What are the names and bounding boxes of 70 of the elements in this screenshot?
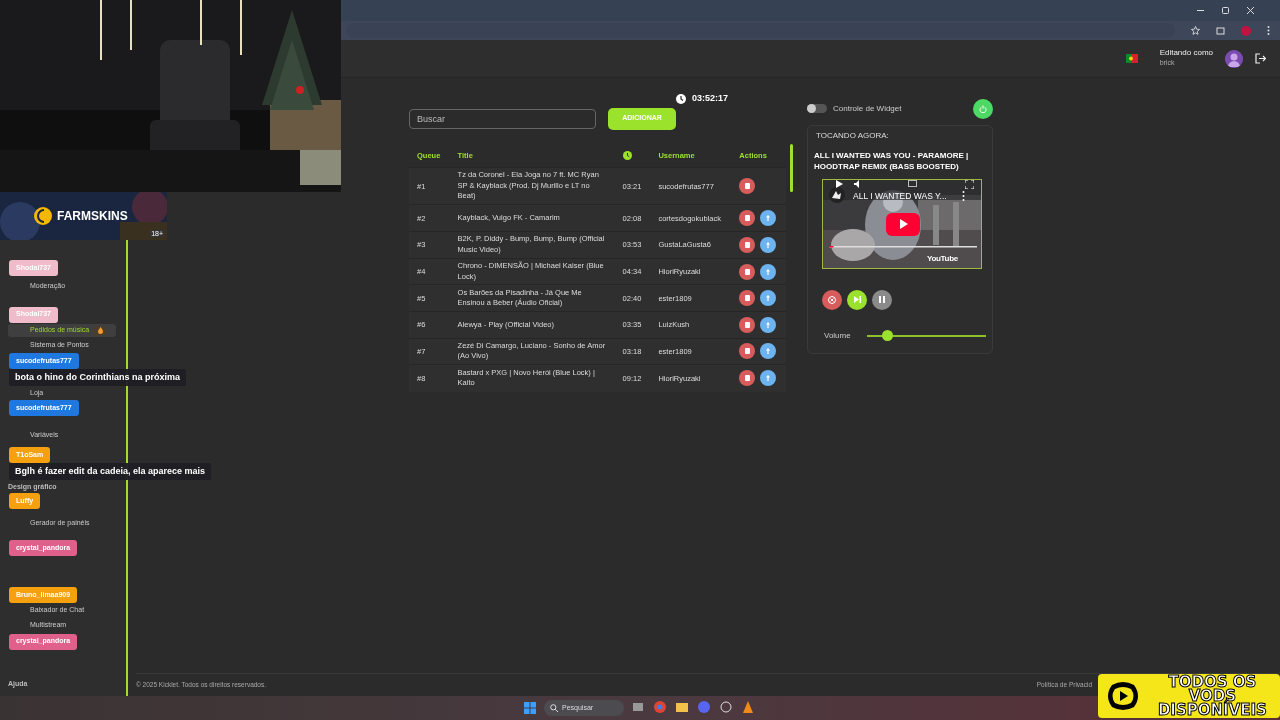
volume-label: Volume xyxy=(824,329,851,342)
now-playing-heading: TOCANDO AGORA: xyxy=(816,129,890,142)
widget-label: Controle de Widget xyxy=(833,102,902,115)
progress-bar[interactable] xyxy=(829,245,977,248)
delete-button[interactable] xyxy=(739,316,756,333)
arrow-up-icon xyxy=(766,375,771,382)
song-title: ALL I WANTED WAS YOU - PARAMORE | HOODTRAP REMIX (BASS BOOSTED) xyxy=(814,149,970,173)
play-icon[interactable] xyxy=(836,179,843,188)
arrow-up-icon xyxy=(766,268,771,275)
widget-toggle[interactable] xyxy=(807,104,827,113)
volume-icon[interactable] xyxy=(854,179,862,188)
move-up-button[interactable] xyxy=(760,316,777,333)
arrow-up-icon xyxy=(766,348,771,355)
delete-button[interactable] xyxy=(739,236,756,253)
move-up-button[interactable] xyxy=(760,343,777,360)
arrow-up-icon xyxy=(766,295,771,302)
pause-button[interactable] xyxy=(872,289,892,310)
volume-thumb[interactable] xyxy=(881,329,893,341)
close-icon[interactable] xyxy=(1247,7,1254,14)
pause-icon xyxy=(879,296,885,304)
menu-icon[interactable] xyxy=(1267,26,1270,35)
more-icon[interactable] xyxy=(962,190,965,201)
clock-icon xyxy=(622,151,632,161)
cone-icon[interactable] xyxy=(742,701,756,715)
promo-brand: FARMSKINS xyxy=(57,208,128,225)
play-button[interactable] xyxy=(886,212,920,236)
channel-avatar-icon[interactable] xyxy=(829,186,845,203)
video-brand: YouTube xyxy=(927,252,958,265)
move-up-button[interactable] xyxy=(760,290,777,307)
clock-time: 03:52:17 xyxy=(692,92,729,105)
delete-button[interactable] xyxy=(739,210,756,227)
chat-message: bota o hino do Corinthians na próxima xyxy=(9,369,186,387)
minimize-icon[interactable] xyxy=(1197,9,1204,12)
delete-button[interactable] xyxy=(739,370,756,387)
delete-button[interactable] xyxy=(739,343,756,360)
chat-message: Bglh é fazer edit da cadeia, ela aparece mais xyxy=(9,462,212,480)
skip-button[interactable] xyxy=(847,289,867,310)
video-title[interactable]: ALL I WANTED WAS Y... xyxy=(853,189,947,203)
move-up-button[interactable] xyxy=(760,263,777,280)
restore-icon[interactable] xyxy=(1222,7,1229,14)
windows-icon[interactable] xyxy=(524,702,536,714)
logout-icon[interactable] xyxy=(1255,53,1266,64)
arrow-up-icon xyxy=(766,321,771,328)
arrow-up-icon xyxy=(766,241,771,248)
captions-icon[interactable] xyxy=(908,179,917,187)
flag-icon[interactable] xyxy=(1125,54,1138,63)
fullscreen-icon[interactable] xyxy=(965,179,974,189)
editing-label: Editando como xyxy=(1159,48,1213,58)
stop-button[interactable] xyxy=(822,289,842,310)
star-icon[interactable] xyxy=(1191,26,1200,35)
skip-icon xyxy=(853,296,861,304)
folder-icon[interactable] xyxy=(676,701,690,715)
search-icon xyxy=(550,704,558,712)
clock-icon xyxy=(676,93,686,104)
browser-icon[interactable] xyxy=(654,701,668,715)
search-field[interactable]: Buscar xyxy=(409,108,596,129)
logo-icon xyxy=(34,207,52,225)
move-up-button[interactable] xyxy=(760,370,777,387)
power-button[interactable] xyxy=(973,98,993,119)
arrow-up-icon xyxy=(766,215,771,222)
avatar[interactable] xyxy=(1225,49,1243,68)
play-icon xyxy=(898,219,908,230)
delete-button[interactable] xyxy=(739,178,756,195)
power-icon xyxy=(979,104,987,113)
delete-button[interactable] xyxy=(739,290,756,307)
move-up-button[interactable] xyxy=(760,210,777,227)
move-up-button[interactable] xyxy=(760,236,777,253)
close-icon xyxy=(828,295,836,304)
play-icon xyxy=(1106,681,1139,711)
delete-button[interactable] xyxy=(739,263,756,280)
